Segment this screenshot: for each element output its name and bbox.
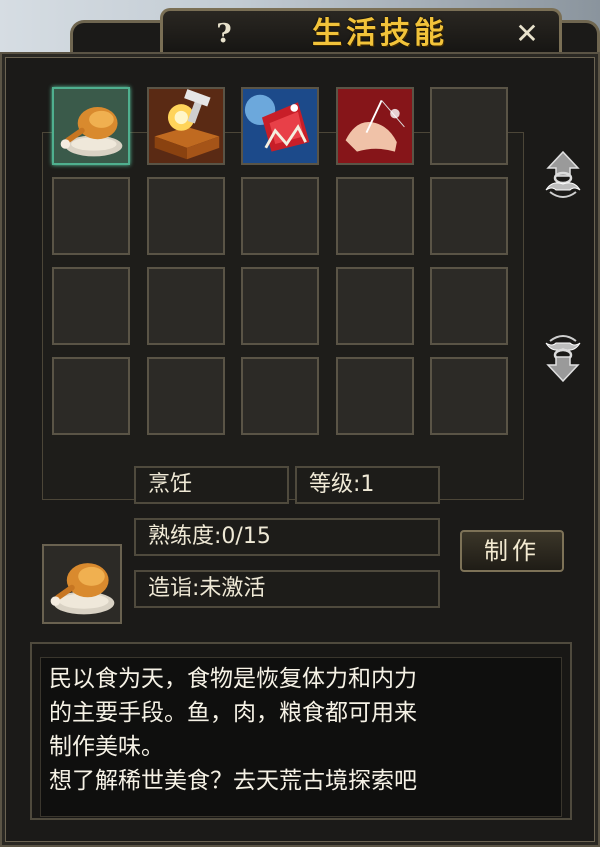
title-ornament-left <box>70 20 170 56</box>
skill-slot-empty[interactable] <box>241 357 319 435</box>
life-skills-window: 烹饪 等级:1 熟练度:0/15 造诣:未激活 制作 民以食为天，食物是恢复体力… <box>0 52 600 847</box>
scroll-up-button[interactable] <box>542 150 584 206</box>
skill-proficiency: 熟练度:0/15 <box>134 518 440 556</box>
skill-slot-empty[interactable] <box>146 357 225 435</box>
scroll-down-button[interactable] <box>542 327 584 383</box>
skill-slot-empty[interactable] <box>430 267 508 345</box>
skill-slot-tailoring-cloth[interactable] <box>241 87 319 165</box>
roast-chicken-icon <box>54 89 128 163</box>
forging-hammer-icon <box>148 89 223 163</box>
skill-slot-empty[interactable] <box>146 177 225 255</box>
skill-slot-empty[interactable] <box>430 87 508 165</box>
skill-slot-empty[interactable] <box>52 177 130 255</box>
selected-skill-icon <box>42 544 122 624</box>
skill-slot-empty[interactable] <box>430 357 508 435</box>
skill-slot-empty[interactable] <box>241 267 319 345</box>
skill-slot-sewing-hand[interactable] <box>335 87 414 165</box>
skill-slot-empty[interactable] <box>241 177 319 255</box>
skill-slot-roast-chicken[interactable] <box>52 87 130 165</box>
skill-slot-forging-hammer[interactable] <box>146 87 225 165</box>
skill-level: 等级:1 <box>295 466 440 504</box>
window-title: 生活技能 <box>312 16 448 51</box>
sewing-hand-icon <box>337 89 412 163</box>
skill-slot-empty[interactable] <box>335 267 414 345</box>
skill-slot-empty[interactable] <box>52 357 130 435</box>
skill-name: 烹饪 <box>134 466 289 504</box>
craft-button[interactable]: 制作 <box>460 530 564 572</box>
skill-description: 民以食为天，食物是恢复体力和内力 的主要手段。鱼，肉，粮食都可用来 制作美味。 … <box>40 657 562 817</box>
roast-chicken-icon <box>50 563 115 615</box>
tailoring-cloth-icon <box>243 89 317 163</box>
skill-slot-empty[interactable] <box>146 267 225 345</box>
skill-slot-empty[interactable] <box>430 177 508 255</box>
skill-slot-empty[interactable] <box>52 267 130 345</box>
skill-slot-empty[interactable] <box>335 357 414 435</box>
skill-mastery: 造诣:未激活 <box>134 570 440 608</box>
help-button[interactable]: ? <box>208 18 240 50</box>
skill-slot-empty[interactable] <box>335 177 414 255</box>
close-button[interactable]: ✕ <box>510 18 544 50</box>
